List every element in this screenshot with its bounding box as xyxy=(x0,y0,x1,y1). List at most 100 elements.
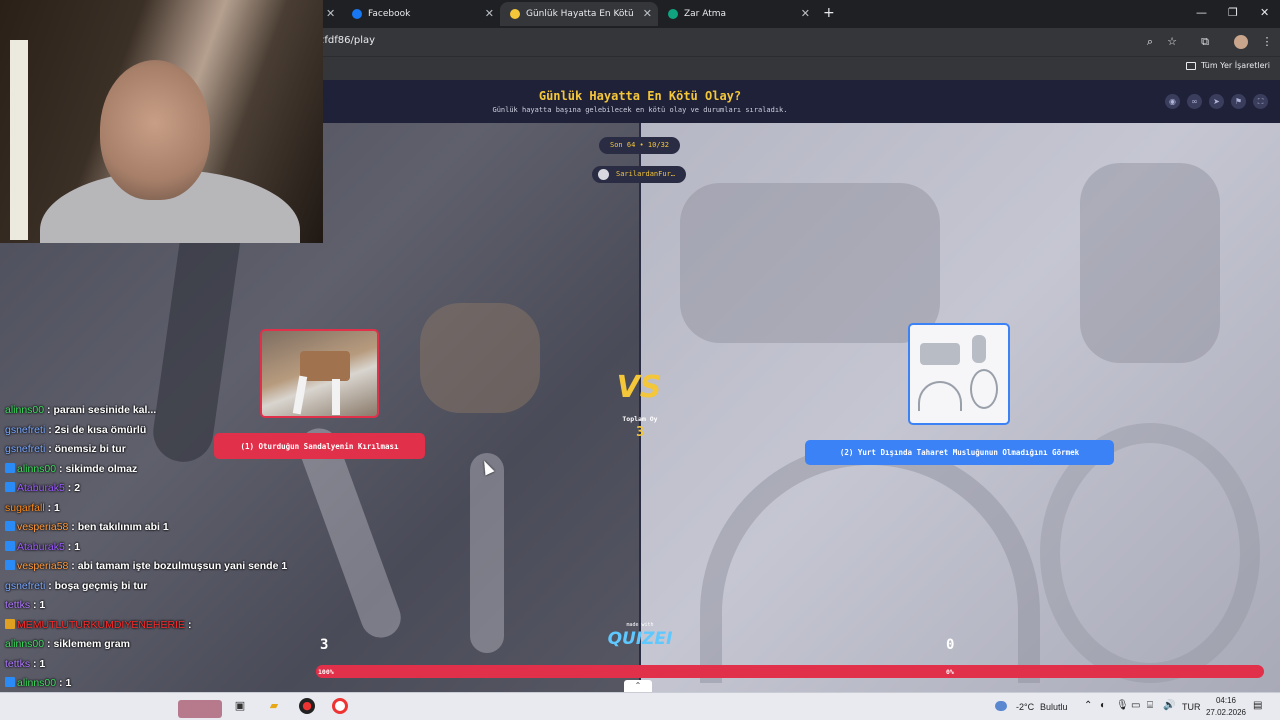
tray-app-icon[interactable]: ◐ xyxy=(1100,700,1106,711)
flag-icon[interactable]: ⚑ xyxy=(1231,94,1246,109)
close-window-icon[interactable]: ✕ xyxy=(1260,6,1269,19)
right-option-image[interactable] xyxy=(908,323,1010,425)
notification-icon[interactable]: ▤ xyxy=(1253,700,1262,711)
webcam-overlay xyxy=(0,0,323,243)
tab-facebook[interactable]: Facebook ✕ xyxy=(342,2,500,26)
chat-text: : 1 xyxy=(33,599,46,611)
chat-badge-icon xyxy=(5,540,15,551)
minimize-icon[interactable]: — xyxy=(1196,6,1207,19)
tab-label: Zar Atma xyxy=(684,9,727,19)
chevron-up-icon[interactable]: ⌃ xyxy=(624,680,652,692)
tray-chevron-icon[interactable]: ⌃ xyxy=(1084,700,1092,711)
round-badge: Son 64 • 10/32 xyxy=(599,137,681,154)
bookmark-star-icon[interactable]: ☆ xyxy=(1165,35,1179,49)
chat-message: vesperia58 : abi tamam işte bozulmuşsun … xyxy=(5,560,287,572)
profile-avatar[interactable] xyxy=(1234,35,1248,49)
tab-close-icon[interactable]: ✕ xyxy=(801,7,810,20)
all-bookmarks[interactable]: Tüm Yer İşaretleri xyxy=(1185,61,1270,70)
vote-progress-bar xyxy=(316,665,1264,678)
chat-badge-icon xyxy=(5,677,15,687)
taskbar-thumbnail[interactable] xyxy=(178,700,222,718)
left-score: 3 xyxy=(320,637,329,653)
chat-username[interactable]: sugarfall xyxy=(5,502,45,514)
webcam-person-head xyxy=(100,60,210,200)
chat-username[interactable]: alinns00 xyxy=(17,463,56,475)
all-bookmarks-label: Tüm Yer İşaretleri xyxy=(1200,61,1270,70)
chat-text: : sikimde olmaz xyxy=(59,462,138,475)
obs-icon[interactable]: ● xyxy=(299,698,315,714)
chat-username[interactable]: gsnefreti xyxy=(5,424,45,436)
extensions-icon[interactable]: ⧉ xyxy=(1198,35,1212,49)
tab-close-icon[interactable]: ✕ xyxy=(485,7,494,20)
chat-username[interactable]: alinns00 xyxy=(5,404,44,416)
chat-username[interactable]: alinns00 xyxy=(5,638,44,650)
versus-logo: VS xyxy=(616,370,662,405)
right-option-button[interactable]: (2) Yurt Dışında Taharet Musluğunun Olma… xyxy=(805,440,1114,465)
file-explorer-icon[interactable]: ▰ xyxy=(266,698,282,714)
left-progress-fill xyxy=(316,665,639,678)
chat-message: MEMUTLUTURKUMDIYENEHERIE : xyxy=(5,618,191,631)
task-view-icon[interactable]: ▣ xyxy=(232,698,248,714)
restore-icon[interactable]: ❐ xyxy=(1228,6,1238,19)
send-icon[interactable]: ➤ xyxy=(1209,94,1224,109)
chat-username[interactable]: MEMUTLUTURKUMDIYENEHERIE xyxy=(17,619,185,631)
chat-badge-icon xyxy=(5,618,15,629)
chat-username[interactable]: Ataburak5 xyxy=(17,482,65,494)
tab-label: Facebook xyxy=(368,9,411,19)
monitor-icon[interactable]: ▭ xyxy=(1131,700,1140,711)
clock-time[interactable]: 04:16 xyxy=(1208,696,1244,705)
chat-message: Ataburak5 : 1 xyxy=(5,540,80,553)
creator-badge[interactable]: SarilardanFur… xyxy=(592,166,687,183)
made-with-label: made with xyxy=(626,622,654,628)
zoom-icon[interactable]: ⌕ xyxy=(1143,35,1157,49)
clock-date[interactable]: 27.02.2026 xyxy=(1202,708,1250,717)
url-field[interactable]: 2fdf86/play xyxy=(318,35,375,46)
chat-username[interactable]: gsnefreti xyxy=(5,580,45,592)
chat-username[interactable]: vesperia58 xyxy=(17,560,68,572)
chatgpt-icon xyxy=(668,9,678,19)
tab-close-icon[interactable]: ✕ xyxy=(643,7,652,20)
tab-zar-atma[interactable]: Zar Atma ✕ xyxy=(658,2,816,26)
header-actions: ◉ ∞ ➤ ⚑ ⛶ xyxy=(1165,94,1268,109)
chat-message: alinns00 : 1 xyxy=(5,677,71,689)
brand-logo[interactable]: QUIZEI xyxy=(600,629,680,649)
chat-message: gsnefreti : 2si de kısa ömürlü xyxy=(5,424,146,436)
chat-username[interactable]: Ataburak5 xyxy=(17,541,65,553)
tab-label: Günlük Hayatta En Kötü Olay? xyxy=(526,9,636,19)
center-divider xyxy=(639,123,641,692)
eye-icon[interactable]: ◉ xyxy=(1165,94,1180,109)
volume-icon[interactable]: 🔊 xyxy=(1163,700,1175,711)
language-indicator[interactable]: TUR xyxy=(1182,702,1201,712)
chat-message: alinns00 : siklemem gram xyxy=(5,638,130,650)
network-icon[interactable]: ⌸ xyxy=(1147,700,1153,711)
link-icon[interactable]: ∞ xyxy=(1187,94,1202,109)
creator-avatar xyxy=(598,169,609,180)
fullscreen-icon[interactable]: ⛶ xyxy=(1253,94,1268,109)
left-option-image[interactable] xyxy=(260,329,379,418)
chat-text: : ben takılınım abi 1 xyxy=(71,521,169,533)
stream-chat-overlay: alinns00 : parani sesinide kal... gsnefre… xyxy=(0,404,320,700)
chat-username[interactable]: vesperia58 xyxy=(17,521,68,533)
chat-text: : 2 xyxy=(67,482,81,494)
menu-icon[interactable]: ⋮ xyxy=(1260,35,1274,49)
tab-close-icon[interactable]: ✕ xyxy=(326,7,335,20)
creator-name: SarilardanFur… xyxy=(616,170,676,178)
tab-active-quiz[interactable]: Günlük Hayatta En Kötü Olay? ✕ xyxy=(500,2,658,26)
chat-username[interactable]: tettks xyxy=(5,658,30,670)
chrome-icon[interactable] xyxy=(332,698,348,714)
right-score: 0 xyxy=(946,637,955,653)
chat-text: : siklemem gram xyxy=(47,638,130,650)
microphone-icon[interactable]: 🎙 xyxy=(1116,700,1129,711)
total-votes-label: Toplam Oy xyxy=(622,415,658,423)
new-tab-button[interactable]: + xyxy=(823,5,835,21)
weather-text[interactable]: Bulutlu xyxy=(1040,702,1068,712)
chat-username[interactable]: gsnefreti xyxy=(5,443,45,455)
facebook-icon xyxy=(352,9,362,19)
chat-message: gsnefreti : önemsiz bi tur xyxy=(5,443,126,455)
weather-temp[interactable]: -2°C xyxy=(1016,702,1034,712)
chat-text: : boşa geçmiş bi tur xyxy=(48,579,148,592)
chat-username[interactable]: tettks xyxy=(5,599,30,611)
chat-username[interactable]: alinns00 xyxy=(17,677,56,689)
chat-text: : 1 xyxy=(33,657,46,670)
chat-badge-icon xyxy=(5,521,15,531)
